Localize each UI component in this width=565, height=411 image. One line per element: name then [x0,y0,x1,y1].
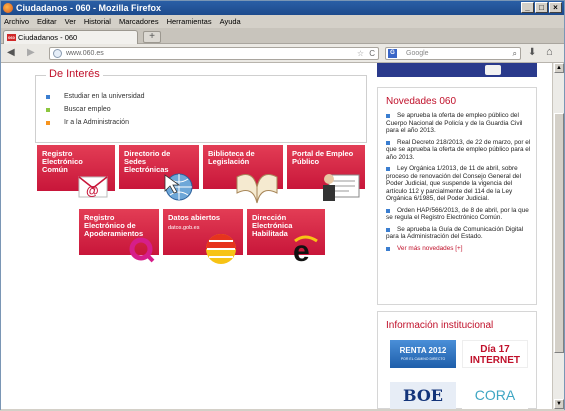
interes-item-administracion[interactable]: Ir a la Administración [46,116,145,129]
url-bar[interactable]: www.060.es ☆ C [49,47,379,60]
menu-editar[interactable]: Editar [37,15,57,28]
menu-herramientas[interactable]: Herramientas [167,15,212,28]
tile-directorio-sedes[interactable]: Directorio de Sedes Electrónicas [119,145,199,201]
title-bar: Ciudadanos - 060 - Mozilla Firefox _ □ × [1,1,564,15]
novedad-item[interactable]: Se aprueba la oferta de empleo público d… [386,112,534,135]
cora-logo[interactable]: CORA [462,382,528,409]
bullet-icon [46,121,50,125]
informacion-institucional-box: Información institucional RENTA 2012 POR … [377,311,537,409]
menu-marcadores[interactable]: Marcadores [119,15,159,28]
menu-bar: Archivo Editar Ver Historial Marcadores … [1,15,564,28]
download-icon[interactable]: ⬇ [528,47,536,58]
navigation-bar: ◀ ▶ www.060.es ☆ C G Google ⌕ ⬇ ⌂ [1,44,564,63]
boe-logo[interactable]: BOE [390,382,456,409]
url-text: www.060.es [66,50,104,57]
informacion-institucional-title: Información institucional [386,320,494,331]
novedades-title: Novedades 060 [386,96,457,107]
book-icon [236,174,278,204]
novedad-item[interactable]: Real Decreto 218/2013, de 22 de marzo, p… [386,139,534,162]
svg-text:@: @ [86,183,99,198]
tile-portal-empleo[interactable]: Portal de Empleo Público [287,145,365,201]
tile-registro-electronico-comun[interactable]: Registro Electrónico Común @ [37,145,115,198]
menu-ver[interactable]: Ver [65,15,76,28]
de-interes-title: De Interés [46,68,103,80]
novedad-item[interactable]: Ley Orgánica 1/2013, de 11 de abril, sob… [386,165,534,203]
close-button[interactable]: × [549,2,562,13]
back-arrow-icon[interactable]: ◀ [7,48,15,58]
top-banner[interactable] [377,63,537,77]
forward-arrow-icon[interactable]: ▶ [27,48,35,58]
de-interes-box: De Interés Estudiar en la universidad Bu… [35,68,367,143]
tab-ciudadanos[interactable]: 060 Ciudadanos - 060 [3,30,138,44]
tile-direccion-electronica[interactable]: Dirección Electrónica Habilitada e [247,209,325,265]
interes-item-empleo[interactable]: Buscar empleo [46,103,145,116]
menu-ayuda[interactable]: Ayuda [220,15,241,28]
search-bar[interactable]: G Google ⌕ [385,47,521,60]
tile-label: Portal de Empleo Público [292,149,354,166]
tile-label: Registro Electrónico de Apoderamientos [84,213,144,238]
scroll-down-icon[interactable]: ▼ [554,399,564,409]
home-icon[interactable]: ⌂ [546,46,553,58]
bullet-icon [386,140,390,145]
bullet-icon [386,167,390,171]
opendata-logo-icon [206,234,236,264]
bullet-icon [386,246,390,251]
renta-2012-banner[interactable]: RENTA 2012 POR EL CAMINO DIRECTO [390,340,456,368]
scroll-up-icon[interactable]: ▲ [554,63,564,73]
ver-mas-novedades-link[interactable]: Ver más novedades [+] [386,245,534,253]
browser-window: Ciudadanos - 060 - Mozilla Firefox _ □ ×… [0,0,565,411]
globe-icon [53,49,62,58]
vertical-scrollbar[interactable]: ▲ ▼ [552,63,564,409]
novedades-box: Novedades 060 Se aprueba la oferta de em… [377,87,537,305]
bullet-icon [46,108,50,112]
bullet-icon [386,208,390,213]
bullet-icon [386,114,390,118]
job-person-icon [323,174,360,201]
novedades-list: Se aprueba la oferta de empleo público d… [386,112,534,256]
search-placeholder: Google [406,50,429,57]
mail-icon: @ [78,176,108,198]
q-logo-icon [129,237,155,263]
e-logo-icon: e [293,235,318,265]
menu-archivo[interactable]: Archivo [4,15,29,28]
google-icon[interactable]: G [388,49,397,58]
bullet-icon [386,227,390,232]
novedad-item[interactable]: Se aprueba la Guía de Comunicación Digit… [386,226,534,241]
tile-label: Datos abiertos [168,213,221,222]
tile-biblioteca-legislacion[interactable]: Biblioteca de Legislación [203,145,283,204]
menu-historial[interactable]: Historial [84,15,111,28]
060-favicon-icon: 060 [7,34,16,41]
search-icon[interactable]: ⌕ [513,48,517,59]
scroll-thumb[interactable] [554,113,564,353]
minimize-button[interactable]: _ [521,2,534,13]
reload-icon[interactable]: C [369,48,375,59]
dia-internet-banner[interactable]: Día 17 INTERNET [462,340,528,368]
banner-graphic [485,65,501,75]
novedad-item[interactable]: Orden HAP/566/2013, de 8 de abril, por l… [386,207,534,222]
interes-item-universidad[interactable]: Estudiar en la universidad [46,90,145,103]
tab-bar: 060 Ciudadanos - 060 + [1,28,564,44]
tile-registro-apoderamientos[interactable]: Registro Electrónico de Apoderamientos [79,209,159,263]
maximize-button[interactable]: □ [535,2,548,13]
new-tab-button[interactable]: + [143,31,161,43]
window-title: Ciudadanos - 060 - Mozilla Firefox [16,3,162,13]
bookmark-star-icon[interactable]: ☆ [357,48,364,59]
tile-datos-abiertos[interactable]: Datos abiertos datos.gob.es [163,209,243,264]
tab-label: Ciudadanos - 060 [18,33,78,42]
firefox-icon [3,3,13,13]
bullet-icon [46,95,50,99]
tile-label: Registro Electrónico Común [42,149,83,174]
globe-cursor-icon [164,173,193,201]
page-content: De Interés Estudiar en la universidad Bu… [1,63,552,409]
